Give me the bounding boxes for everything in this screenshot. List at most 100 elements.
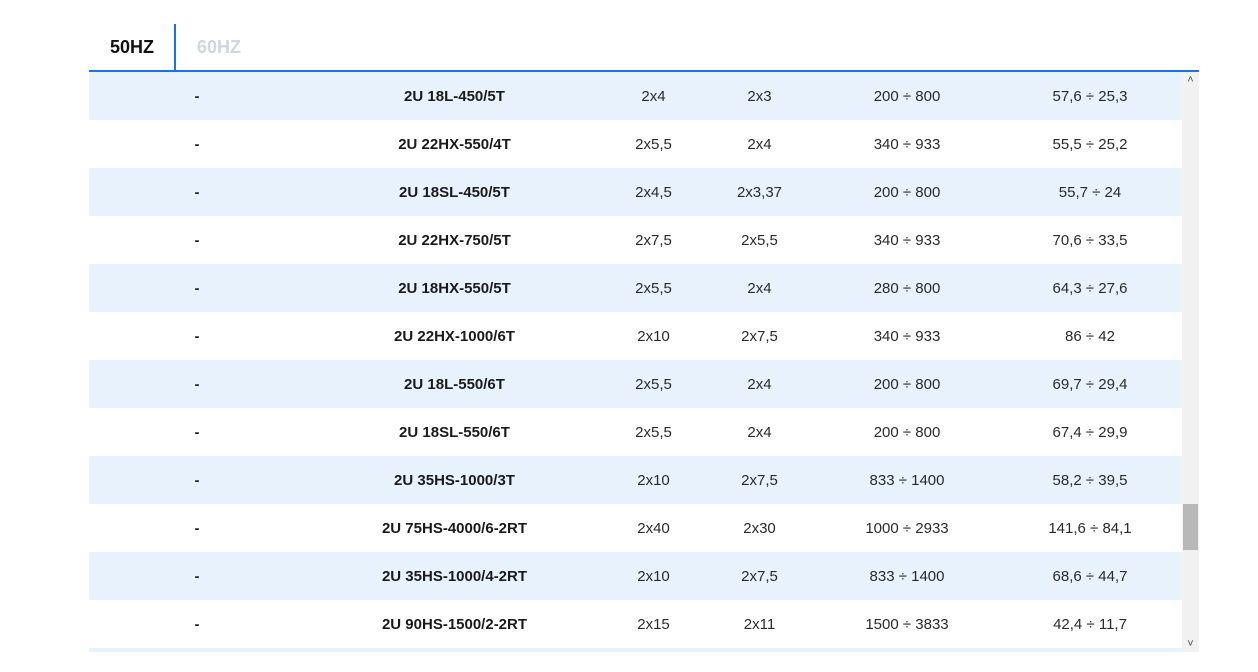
cell-range: 340 ÷ 933 bbox=[816, 120, 998, 168]
table-row: -2U 35HS-1000/3T 2x10 2x7,5 833 ÷ 1400 58,2 … bbox=[89, 456, 1182, 504]
cell-col1: - bbox=[89, 552, 305, 600]
cell-col3: 2x10 bbox=[604, 552, 703, 600]
table-row: -2U 90HS-1500/2-2RT 2x15 2x11 1500 ÷ 3833 42… bbox=[89, 600, 1182, 648]
cell-model bbox=[305, 648, 604, 652]
cell-values: 42,4 ÷ 11,7 bbox=[998, 600, 1182, 648]
cell-range: 200 ÷ 800 bbox=[816, 408, 998, 456]
cell-model: 2U 18HX-550/5T bbox=[305, 264, 604, 312]
cell-col3: 2x5,5 bbox=[604, 264, 703, 312]
cell-col3: 2x10 bbox=[604, 312, 703, 360]
cell-range: 200 ÷ 800 bbox=[816, 72, 998, 120]
table-row: -2U 18HX-550/5T 2x5,5 2x4 280 ÷ 800 64,3 ÷ 2… bbox=[89, 264, 1182, 312]
cell-model: 2U 35HS-1000/4-2RT bbox=[305, 552, 604, 600]
cell-range: 340 ÷ 933 bbox=[816, 216, 998, 264]
cell-values: 141,6 ÷ 84,1 bbox=[998, 504, 1182, 552]
cell-col1: - bbox=[89, 168, 305, 216]
cell-col1: - bbox=[89, 312, 305, 360]
cell-range: 200 ÷ 800 bbox=[816, 360, 998, 408]
cell-values: 70,6 ÷ 33,5 bbox=[998, 216, 1182, 264]
cell-model: 2U 18SL-450/5T bbox=[305, 168, 604, 216]
cell-col3: 2x7,5 bbox=[604, 216, 703, 264]
cell-col1: - bbox=[89, 600, 305, 648]
cell-col4: 2x7,5 bbox=[703, 552, 816, 600]
cell-values: 86 ÷ 42 bbox=[998, 312, 1182, 360]
cell-range: 200 ÷ 800 bbox=[816, 168, 998, 216]
cell-model: 2U 22HX-550/4T bbox=[305, 120, 604, 168]
table-row: -2U 22HX-1000/6T 2x10 2x7,5 340 ÷ 933 86 ÷ 4… bbox=[89, 312, 1182, 360]
scroll-down-icon[interactable]: ˅ bbox=[1182, 636, 1199, 652]
cell-col3: 2x4,5 bbox=[604, 168, 703, 216]
cell-col3: 2x4 bbox=[604, 72, 703, 120]
cell-col4: 2x4 bbox=[703, 264, 816, 312]
cell-range: 833 ÷ 1400 bbox=[816, 456, 998, 504]
cell-values: 68,6 ÷ 44,7 bbox=[998, 552, 1182, 600]
pump-table-container: -2U 18L-450/5T 2x4 2x3 200 ÷ 800 57,6 ÷ 25,3… bbox=[89, 72, 1182, 652]
cell-model: 2U 18SL-550/6T bbox=[305, 408, 604, 456]
cell-col4: 2x3,37 bbox=[703, 168, 816, 216]
cell-col1 bbox=[89, 648, 305, 652]
cell-col3: 2x5,5 bbox=[604, 360, 703, 408]
cell-col1: - bbox=[89, 72, 305, 120]
cell-col3: 2x15 bbox=[604, 600, 703, 648]
cell-model: 2U 18L-550/6T bbox=[305, 360, 604, 408]
cell-col1: - bbox=[89, 264, 305, 312]
cell-col3 bbox=[604, 648, 703, 652]
vertical-scrollbar[interactable]: ˄ ˅ bbox=[1182, 72, 1199, 652]
cell-values bbox=[998, 648, 1182, 652]
table-row: -2U 18SL-550/6T 2x5,5 2x4 200 ÷ 800 67,4 ÷ 2… bbox=[89, 408, 1182, 456]
cell-model: 2U 18L-450/5T bbox=[305, 72, 604, 120]
cell-col4: 2x4 bbox=[703, 360, 816, 408]
cell-col1: - bbox=[89, 456, 305, 504]
cell-col4: 2x3 bbox=[703, 72, 816, 120]
scroll-up-icon[interactable]: ˄ bbox=[1182, 72, 1199, 88]
cell-col1: - bbox=[89, 504, 305, 552]
scroll-thumb[interactable] bbox=[1183, 504, 1198, 550]
tab-60hz[interactable]: 60HZ bbox=[176, 24, 262, 70]
cell-col1: - bbox=[89, 216, 305, 264]
pump-table: -2U 18L-450/5T 2x4 2x3 200 ÷ 800 57,6 ÷ 25,3… bbox=[89, 72, 1182, 652]
cell-values: 55,7 ÷ 24 bbox=[998, 168, 1182, 216]
cell-range: 340 ÷ 933 bbox=[816, 312, 998, 360]
frequency-tabs: 50HZ 60HZ bbox=[89, 24, 1199, 72]
cell-values: 58,2 ÷ 39,5 bbox=[998, 456, 1182, 504]
cell-col1: - bbox=[89, 360, 305, 408]
cell-col4: 2x5,5 bbox=[703, 216, 816, 264]
table-row: -2U 35HS-1000/4-2RT 2x10 2x7,5 833 ÷ 1400 68… bbox=[89, 552, 1182, 600]
cell-model: 2U 90HS-1500/2-2RT bbox=[305, 600, 604, 648]
cell-col4: 2x7,5 bbox=[703, 312, 816, 360]
cell-values: 69,7 ÷ 29,4 bbox=[998, 360, 1182, 408]
cell-col4: 2x11 bbox=[703, 600, 816, 648]
cell-range bbox=[816, 648, 998, 652]
table-body: -2U 18L-450/5T 2x4 2x3 200 ÷ 800 57,6 ÷ 25,3… bbox=[89, 72, 1182, 652]
tab-50hz[interactable]: 50HZ bbox=[89, 24, 175, 70]
cell-model: 2U 75HS-4000/6-2RT bbox=[305, 504, 604, 552]
cell-col3: 2x5,5 bbox=[604, 120, 703, 168]
cell-values: 55,5 ÷ 25,2 bbox=[998, 120, 1182, 168]
cell-model: 2U 22HX-1000/6T bbox=[305, 312, 604, 360]
cell-col3: 2x40 bbox=[604, 504, 703, 552]
cell-col4: 2x4 bbox=[703, 408, 816, 456]
cell-range: 833 ÷ 1400 bbox=[816, 552, 998, 600]
cell-range: 1000 ÷ 2933 bbox=[816, 504, 998, 552]
cell-model: 2U 35HS-1000/3T bbox=[305, 456, 604, 504]
table-row bbox=[89, 648, 1182, 652]
cell-values: 67,4 ÷ 29,9 bbox=[998, 408, 1182, 456]
cell-col4 bbox=[703, 648, 816, 652]
table-row: -2U 22HX-550/4T 2x5,5 2x4 340 ÷ 933 55,5 ÷ 2… bbox=[89, 120, 1182, 168]
cell-col3: 2x5,5 bbox=[604, 408, 703, 456]
cell-col1: - bbox=[89, 408, 305, 456]
table-row: -2U 75HS-4000/6-2RT 2x40 2x30 1000 ÷ 2933 14… bbox=[89, 504, 1182, 552]
cell-col4: 2x30 bbox=[703, 504, 816, 552]
cell-col4: 2x7,5 bbox=[703, 456, 816, 504]
cell-col4: 2x4 bbox=[703, 120, 816, 168]
cell-range: 280 ÷ 800 bbox=[816, 264, 998, 312]
table-row: -2U 18SL-450/5T 2x4,5 2x3,37 200 ÷ 800 55,7 … bbox=[89, 168, 1182, 216]
table-row: -2U 18L-450/5T 2x4 2x3 200 ÷ 800 57,6 ÷ 25,3 bbox=[89, 72, 1182, 120]
cell-col1: - bbox=[89, 120, 305, 168]
table-row: -2U 22HX-750/5T 2x7,5 2x5,5 340 ÷ 933 70,6 ÷… bbox=[89, 216, 1182, 264]
cell-model: 2U 22HX-750/5T bbox=[305, 216, 604, 264]
cell-values: 64,3 ÷ 27,6 bbox=[998, 264, 1182, 312]
cell-values: 57,6 ÷ 25,3 bbox=[998, 72, 1182, 120]
cell-col3: 2x10 bbox=[604, 456, 703, 504]
table-row: -2U 18L-550/6T 2x5,5 2x4 200 ÷ 800 69,7 ÷ 29… bbox=[89, 360, 1182, 408]
